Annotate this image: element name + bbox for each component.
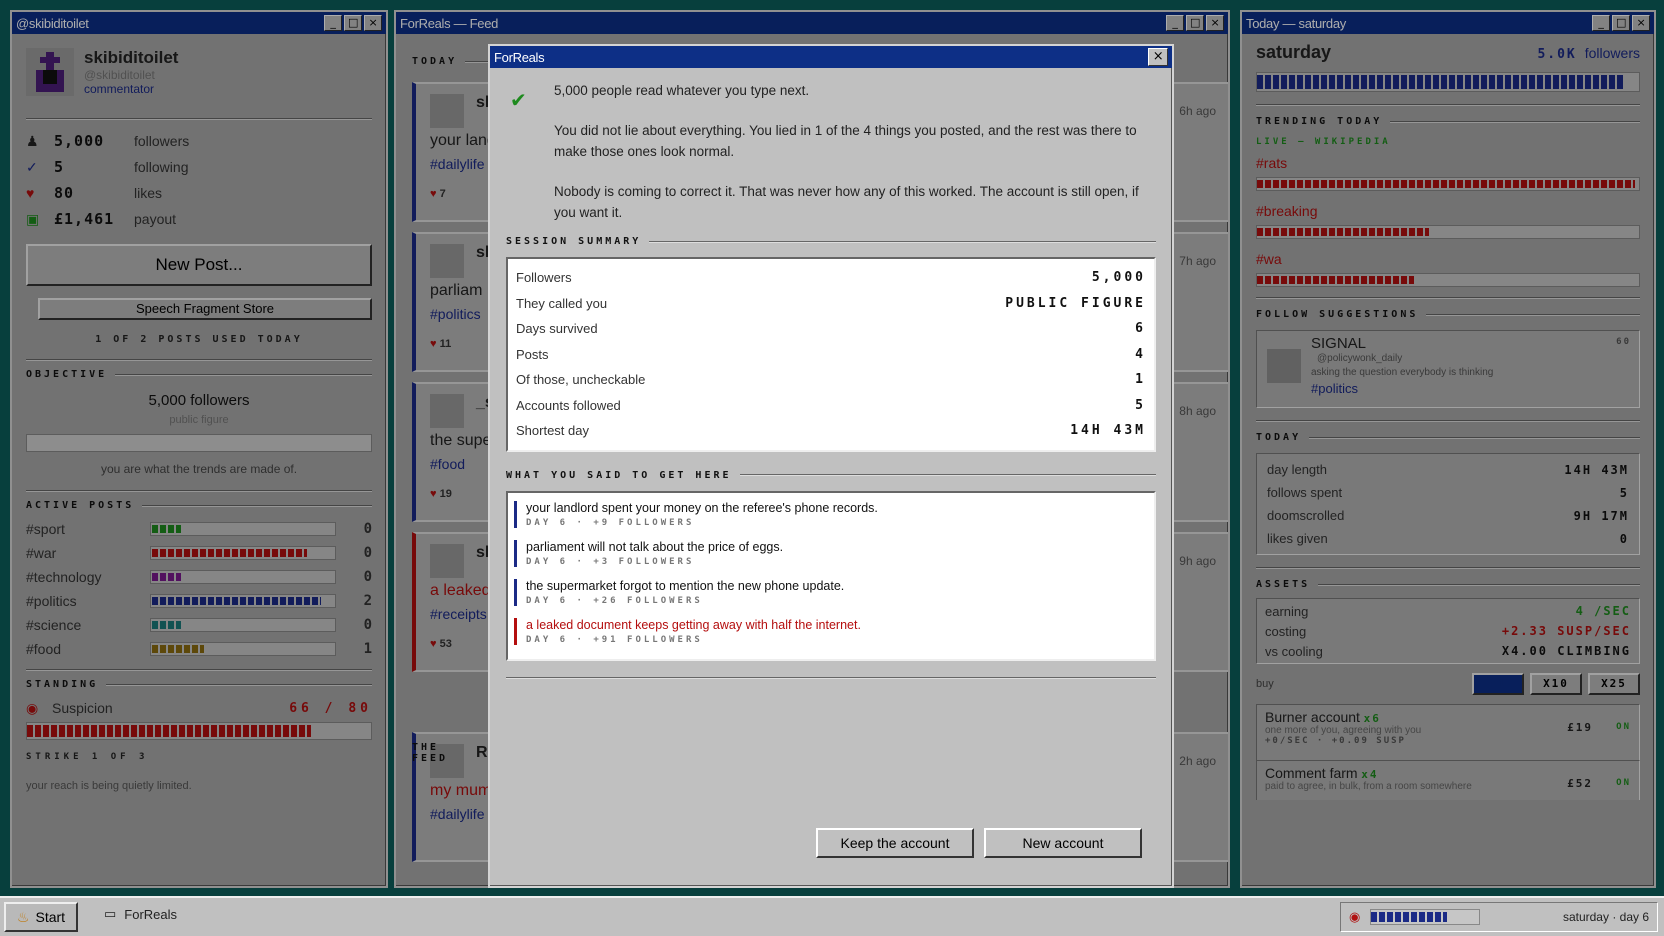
- summary-row: Posts 4: [516, 342, 1146, 368]
- said-meta: DAY 6 · +9 FOLLOWERS: [526, 517, 695, 528]
- dialog-close-button[interactable]: ×: [1148, 48, 1168, 66]
- dialog-headline: 5,000 people read whatever you type next…: [554, 83, 810, 98]
- summary-value: 14H 43M: [1070, 423, 1146, 439]
- summary-row: Of those, uncheckable 1: [516, 367, 1146, 393]
- session-summary-heading: SESSION SUMMARY: [506, 236, 1156, 247]
- summary-label: They called you: [516, 295, 608, 311]
- check-icon: ✔: [510, 90, 527, 112]
- summary-label: Posts: [516, 346, 549, 362]
- what-you-said-heading: WHAT YOU SAID TO GET HERE: [506, 470, 1156, 481]
- summary-label: Shortest day: [516, 423, 589, 439]
- said-meta: DAY 6 · +3 FOLLOWERS: [526, 556, 695, 567]
- taskbar-app-forreals[interactable]: ▭ ForReals: [104, 906, 177, 922]
- said-item: a leaked document keeps getting away wit…: [514, 617, 1148, 645]
- start-label: Start: [35, 909, 66, 925]
- dialog-paragraph-2: Nobody is coming to correct it. That was…: [554, 184, 1139, 220]
- summary-label: Of those, uncheckable: [516, 372, 646, 388]
- summary-value: 5,000: [1091, 270, 1146, 286]
- endgame-dialog: ForReals × ✔ 5,000 people read whatever …: [488, 44, 1174, 888]
- tray-progress: [1370, 909, 1481, 925]
- session-summary-table: Followers 5,000 They called you PUBLIC FIGU…: [506, 257, 1156, 452]
- taskbar-app-label: ForReals: [124, 906, 178, 922]
- summary-value: PUBLIC FIGURE: [1005, 295, 1146, 311]
- said-item: your landlord spent your money on the re…: [514, 500, 1148, 528]
- said-meta: DAY 6 · +26 FOLLOWERS: [526, 595, 703, 606]
- system-tray: ◉ saturday · day 6: [1340, 902, 1658, 932]
- said-meta: DAY 6 · +91 FOLLOWERS: [526, 634, 703, 645]
- summary-value: 6: [1135, 321, 1146, 337]
- start-button[interactable]: ♨ Start: [4, 902, 78, 932]
- summary-row: Shortest day 14H 43M: [516, 418, 1146, 444]
- summary-row: Followers 5,000: [516, 265, 1146, 291]
- keep-account-button[interactable]: Keep the account: [816, 828, 974, 858]
- eye-icon: ◉: [1349, 909, 1361, 924]
- said-text: parliament will not talk about the price…: [526, 539, 784, 554]
- summary-label: Days survived: [516, 321, 598, 337]
- tray-status: saturday · day 6: [1562, 910, 1649, 924]
- dialog-titlebar[interactable]: ForReals ×: [490, 46, 1172, 68]
- summary-label: Accounts followed: [516, 397, 621, 413]
- summary-row: Accounts followed 5: [516, 393, 1146, 419]
- said-text: a leaked document keeps getting away wit…: [526, 617, 861, 632]
- taskbar: ♨ Start ▭ ForReals ◉ saturday · day 6: [0, 896, 1664, 936]
- summary-value: 1: [1135, 372, 1146, 388]
- said-text: the supermarket forgot to mention the ne…: [526, 578, 845, 593]
- summary-value: 4: [1135, 346, 1146, 362]
- start-icon: ♨: [16, 908, 30, 925]
- window-icon: ▭: [104, 906, 117, 921]
- summary-label: Followers: [516, 270, 572, 286]
- summary-row: They called you PUBLIC FIGURE: [516, 291, 1146, 317]
- said-item: the supermarket forgot to mention the ne…: [514, 578, 1148, 606]
- what-you-said-list: your landlord spent your money on the re…: [506, 490, 1156, 661]
- dialog-paragraph-1: You did not lie about everything. You li…: [554, 123, 1137, 159]
- dialog-title: ForReals: [494, 49, 545, 65]
- said-item: parliament will not talk about the price…: [514, 539, 1148, 567]
- summary-value: 5: [1135, 397, 1146, 413]
- new-account-button[interactable]: New account: [984, 828, 1142, 858]
- summary-row: Days survived 6: [516, 316, 1146, 342]
- said-text: your landlord spent your money on the re…: [526, 500, 878, 515]
